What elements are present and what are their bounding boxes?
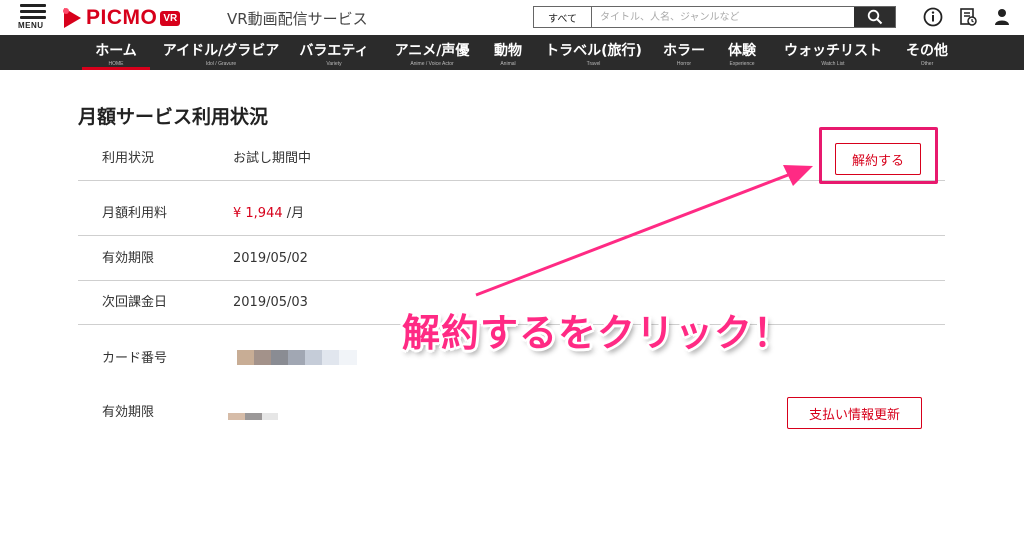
info-icon[interactable] — [923, 7, 943, 27]
nav-anime-voice[interactable]: アニメ/声優 Anime / Voice Actor — [387, 35, 477, 70]
monthly-fee-row: 月額利用料 ¥ 1,944 /月 — [78, 191, 945, 236]
nav-horror[interactable]: ホラー Horror — [660, 35, 708, 70]
row-value: ¥ 1,944 /月 — [233, 191, 304, 236]
update-payment-button[interactable]: 支払い情報更新 — [787, 397, 922, 429]
search-button[interactable] — [854, 7, 895, 27]
search-category-select[interactable]: すべて — [534, 7, 592, 27]
history-icon[interactable] — [958, 7, 978, 27]
logo-vr-badge: VR — [160, 10, 181, 26]
play-logo-icon — [62, 7, 82, 29]
masked-card-expiry — [228, 413, 278, 420]
nav-watch-list[interactable]: ウォッチリスト Watch List — [779, 35, 887, 70]
page-title: 月額サービス利用状況 — [78, 106, 269, 128]
menu-label: MENU — [18, 21, 44, 30]
expiry-row: 有効期限 2019/05/02 — [78, 236, 945, 281]
row-value: お試し期間中 — [233, 151, 312, 166]
nav-animal[interactable]: 動物 Animal — [491, 35, 525, 70]
logo-text: PICMO — [86, 6, 158, 29]
row-label: 有効期限 — [102, 251, 155, 266]
menu-button[interactable]: MENU — [18, 4, 52, 32]
nav-idol-gravure[interactable]: アイドル/グラビア Idol / Gravure — [159, 35, 283, 70]
annotation-highlight-box — [819, 127, 938, 184]
user-icon[interactable] — [992, 7, 1012, 27]
price-value: ¥ 1,944 — [233, 206, 283, 221]
nav-variety[interactable]: バラエティ Variety — [297, 35, 371, 70]
masked-card-number — [237, 350, 357, 365]
row-label: 利用状況 — [102, 151, 155, 166]
nav-travel[interactable]: トラベル(旅行) Travel — [541, 35, 646, 70]
search-input[interactable] — [592, 7, 854, 27]
row-value: 2019/05/03 — [233, 295, 308, 310]
search-bar: すべて — [533, 6, 896, 28]
row-label: 月額利用料 — [102, 206, 168, 221]
row-value: 2019/05/02 — [233, 251, 308, 266]
nav-other[interactable]: その他 Other — [902, 35, 952, 70]
row-label: カード番号 — [102, 351, 168, 366]
search-icon — [867, 9, 882, 25]
category-nav: ホーム HOME アイドル/グラビア Idol / Gravure バラエティ … — [0, 35, 1024, 70]
picmo-logo[interactable]: PICMO VR — [62, 6, 181, 30]
annotation-text: 解約するをクリック！ — [402, 311, 793, 355]
row-label: 有効期限 — [102, 405, 155, 420]
row-label: 次回課金日 — [102, 295, 168, 310]
top-bar: MENU PICMO VR VR動画配信サービス すべて — [0, 0, 1024, 35]
hamburger-icon — [20, 4, 46, 7]
price-unit: /月 — [282, 206, 305, 221]
usage-status-row: 利用状況 お試し期間中 — [78, 136, 945, 181]
nav-experience[interactable]: 体験 Experience — [724, 35, 760, 70]
nav-home[interactable]: ホーム HOME — [82, 35, 150, 70]
service-name: VR動画配信サービス — [227, 10, 368, 28]
